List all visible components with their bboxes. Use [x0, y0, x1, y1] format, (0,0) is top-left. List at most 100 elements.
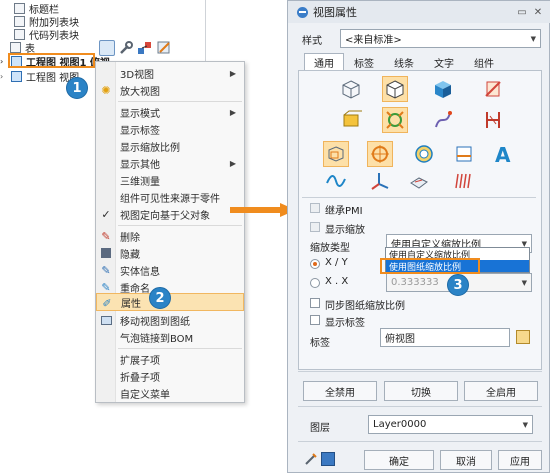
show-scale-label: 显示缩放 [325, 225, 365, 236]
thread-view-button[interactable] [480, 107, 506, 133]
tab-bar: 通用 标签 线条 文字 组件 [304, 53, 504, 71]
cancel-button[interactable]: 取消 [440, 450, 492, 470]
thread-hole-button[interactable] [411, 141, 437, 167]
tree-selection-highlight [8, 53, 95, 68]
layout-button[interactable] [406, 168, 432, 194]
shaded-view-button[interactable] [430, 76, 456, 102]
menu-item-show-other[interactable]: 显示其他 ▶ [96, 154, 244, 172]
layer-combo[interactable]: Layer0000 ▼ [368, 415, 533, 434]
style-label: 样式 [302, 36, 322, 47]
list-block-icon [14, 15, 25, 27]
text-style-button[interactable]: A [490, 141, 516, 167]
menu-item-component-visibility[interactable]: 组件可见性来源于零件 [96, 188, 244, 206]
enable-all-button[interactable]: 全启用 [464, 381, 538, 401]
tab-text[interactable]: 文字 [424, 53, 464, 71]
show-label-checkbox[interactable] [310, 315, 320, 325]
save-icon[interactable] [321, 452, 335, 466]
menu-item-show-label[interactable]: 显示标签 [96, 120, 244, 138]
wireframe-view-button[interactable] [338, 76, 364, 102]
move-sheet-icon [100, 314, 112, 326]
show-label-label: 显示标签 [325, 318, 365, 329]
decimal-radio-button[interactable] [310, 278, 320, 288]
apply-button[interactable]: 应用 [498, 450, 542, 470]
zoom-icon: ✺ [101, 83, 111, 97]
menu-item-custom-menu[interactable]: 自定义菜单 [96, 384, 244, 402]
submenu-arrow-icon: ▶ [229, 158, 236, 168]
sheet-button[interactable] [451, 141, 477, 167]
style-combo[interactable]: <来自标准> ▼ [340, 29, 541, 48]
chevron-down-icon: ▼ [521, 278, 527, 287]
menu-item-move-to-sheet[interactable]: 移动视图到图纸 [96, 311, 244, 329]
tangent-edges-button[interactable] [382, 107, 408, 133]
menu-item-link-bom[interactable]: 气泡链接到BOM [96, 328, 244, 346]
ok-button[interactable]: 确定 [364, 450, 434, 470]
expand-icon[interactable]: › [0, 72, 9, 81]
menu-item-hide[interactable]: 隐藏 [96, 244, 244, 262]
menu-item-display-mode[interactable]: 显示模式 ▶ [96, 103, 244, 121]
ratio-radio-button[interactable] [310, 259, 320, 269]
pin-icon[interactable]: ▭ [515, 5, 529, 19]
show-scale-checkbox[interactable] [310, 222, 320, 232]
menu-item-3d-view[interactable]: 3D视图 ▶ [96, 64, 244, 82]
title-block-icon [14, 2, 25, 14]
curve-button[interactable] [323, 168, 349, 194]
assembly-icon[interactable] [137, 40, 153, 56]
app-icon [297, 6, 308, 18]
edit-icon[interactable] [156, 40, 172, 56]
dialog-title: 视图属性 [313, 6, 357, 19]
drawing-view-icon [11, 70, 22, 82]
tree-item[interactable]: 代码列表块 [14, 27, 79, 42]
center-mark-button[interactable] [367, 141, 393, 167]
tab-component[interactable]: 组件 [464, 53, 504, 71]
sync-scale-label: 同步图纸缩放比例 [325, 301, 405, 312]
label-field-label: 标签 [310, 338, 330, 349]
page-icon[interactable] [99, 40, 115, 56]
menu-item-delete[interactable]: ✎ 删除 [96, 227, 244, 245]
info-icon: ✎ [101, 263, 111, 277]
menu-item-entity-info[interactable]: ✎ 实体信息 [96, 261, 244, 279]
tab-lines[interactable]: 线条 [384, 53, 424, 71]
tab-general[interactable]: 通用 [304, 53, 344, 71]
checkmark-icon: ✓ [101, 207, 111, 221]
svg-text:A: A [495, 143, 511, 165]
smooth-edges-button[interactable] [430, 107, 456, 133]
panel-separator [298, 441, 542, 442]
step-badge-3: 3 [447, 274, 469, 296]
section-view-button[interactable] [480, 76, 506, 102]
label-picker-icon[interactable] [516, 330, 530, 344]
panel-separator [298, 406, 542, 407]
menu-item-zoom-view[interactable]: ✺ 放大视图 [96, 81, 244, 99]
table-icon [10, 41, 21, 53]
sync-scale-checkbox[interactable] [310, 298, 320, 308]
menu-item-show-scale[interactable]: 显示缩放比例 [96, 137, 244, 155]
menu-item-expand-children[interactable]: 扩展子项 [96, 350, 244, 368]
submenu-arrow-icon: ▶ [229, 107, 236, 117]
close-icon[interactable]: ✕ [531, 5, 545, 19]
axis-button[interactable] [367, 168, 393, 194]
pick-icon[interactable] [304, 452, 318, 466]
menu-item-3d-measure[interactable]: 三维测量 [96, 171, 244, 189]
inherit-pmi-checkbox[interactable] [310, 203, 320, 213]
delete-icon: ✎ [101, 229, 111, 243]
chevron-down-icon: ▼ [530, 34, 536, 43]
menu-item-orient-parent[interactable]: ✓ 视图定向基于父对象 [96, 205, 244, 223]
wrench-icon[interactable] [118, 40, 134, 56]
tab-label[interactable]: 标签 [344, 53, 384, 71]
inherit-pmi-label: 继承PMI [325, 206, 363, 217]
menu-item-collapse-children[interactable]: 折叠子项 [96, 367, 244, 385]
submenu-arrow-icon: ▶ [229, 68, 236, 78]
code-block-icon [14, 28, 25, 40]
hatch-button[interactable] [451, 168, 477, 194]
disable-all-button[interactable]: 全禁用 [303, 381, 377, 401]
dropdown-selection-highlight [380, 258, 480, 274]
menu-separator [118, 101, 242, 102]
shaded-edges-button[interactable] [338, 107, 364, 133]
view-frame-button[interactable] [323, 141, 349, 167]
tree-item[interactable]: 表 [10, 40, 35, 55]
dialog-titlebar: 视图属性 ▭ ✕ [288, 1, 550, 23]
toggle-button[interactable]: 切换 [384, 381, 458, 401]
hide-icon [100, 247, 112, 259]
label-input[interactable]: 俯视图 [380, 328, 510, 347]
ratio-radio-label: X / Y [325, 257, 348, 268]
hidden-line-view-button[interactable] [382, 76, 408, 102]
